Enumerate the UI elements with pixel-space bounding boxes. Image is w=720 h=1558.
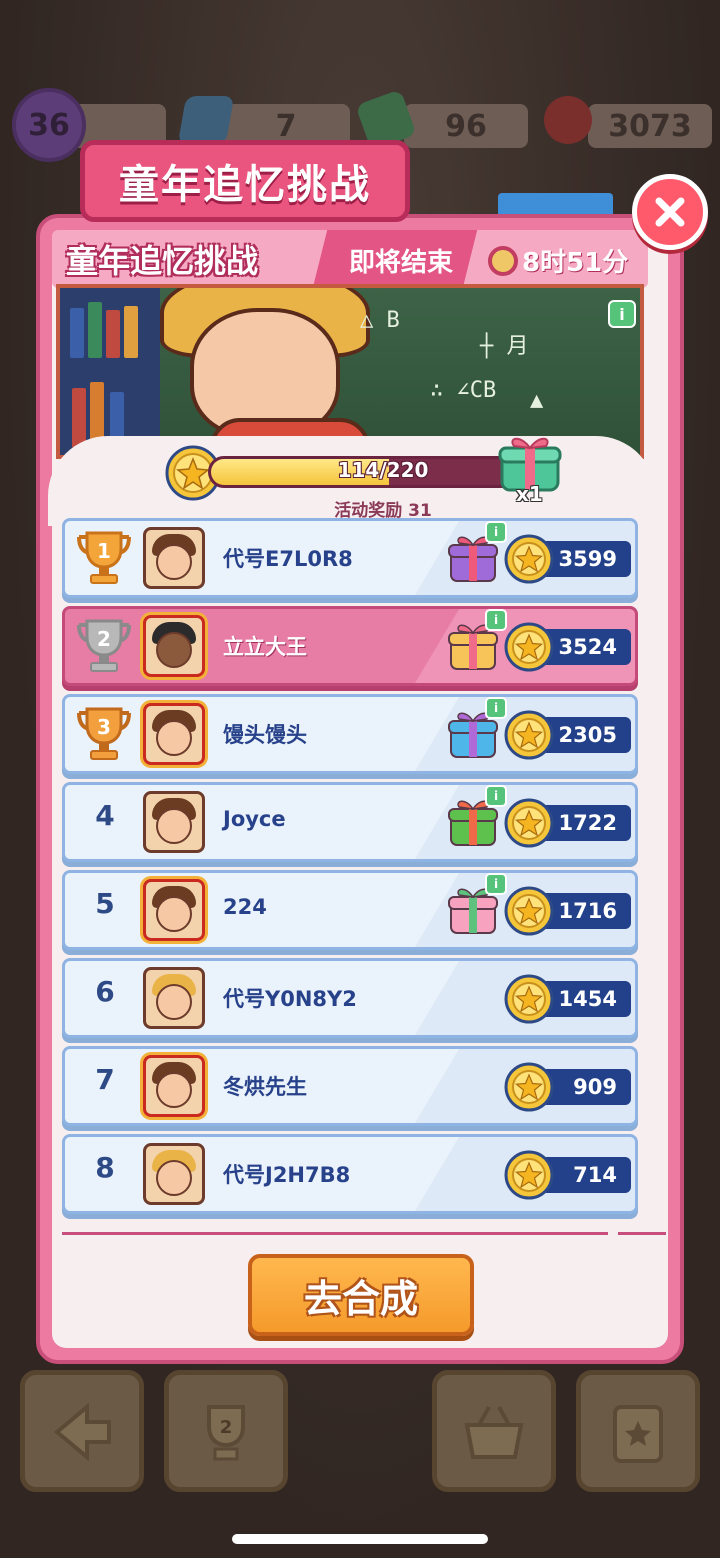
clipboard-star-icon [613,1405,663,1463]
energy-value: 7 [275,108,297,144]
rank-number: 6 [95,975,115,1008]
star-medal-icon [504,798,554,848]
player-name: 立立大王 [223,635,307,659]
leaderboard-row[interactable]: 3 馒头馒头 i 2305 [62,694,638,774]
info-button[interactable]: i [608,300,636,328]
star-medal-icon [504,1150,554,1200]
leaderboard-row[interactable]: 7 冬烘先生 909 [62,1046,638,1126]
close-button[interactable] [632,174,708,250]
gem-value: 3073 [608,108,692,144]
gold-trophy-icon: 1 [77,531,131,584]
player-name: 冬烘先生 [223,1075,307,1099]
home-indicator [232,1534,488,1544]
star-medal-icon [504,622,554,672]
leaderboard-row[interactable]: 5 224 i 1716 [62,870,638,950]
trophy-icon: 2 [207,1405,245,1461]
shop-button[interactable] [432,1370,556,1492]
level-badge[interactable]: 36 [12,88,86,162]
player-name: 代号E7L0R8 [223,547,353,571]
panel-header-title: 童年追忆挑战 [66,242,259,280]
rank-number: 4 [95,799,115,832]
countdown: 8时51分 [488,242,628,279]
silver-trophy-icon: 2 [77,619,131,672]
tasks-button[interactable] [576,1370,700,1492]
gem-icon [544,96,592,144]
avatar[interactable] [143,1143,205,1205]
bookshelf-illustration [60,288,160,455]
divider [62,1232,608,1235]
star-medal-icon [504,1062,554,1112]
go-merge-button[interactable]: 去合成 [248,1254,474,1336]
gem-counter[interactable]: 3073 [588,104,712,148]
player-name: 代号J2H7B8 [223,1163,351,1187]
avatar[interactable] [143,527,205,589]
player-name: 馒头馒头 [223,723,307,747]
player-name: 224 [223,895,267,919]
leaderboard-row[interactable]: 4 Joyce i 1722 [62,782,638,862]
star-medal-icon [504,534,554,584]
rank-number: 3 [97,715,111,739]
divider [618,1232,666,1235]
star-medal-icon [504,974,554,1024]
player-name: 代号Y0N8Y2 [223,987,357,1011]
rank-number: 1 [97,539,111,563]
bronze-trophy-icon: 3 [77,707,131,760]
ending-label: 即将结束 [348,248,453,278]
leaderboard-row[interactable]: 6 代号Y0N8Y2 1454 [62,958,638,1038]
arrow-left-icon [53,1402,111,1462]
cash-value: 96 [445,108,487,144]
lightning-icon [177,96,235,144]
event-title-tab: 童年追忆挑战 [80,140,410,222]
countdown-text: 8时51分 [522,248,629,278]
leaderboard-row[interactable]: 1 代号E7L0R8 i 3599 [62,518,638,598]
cash-counter[interactable]: 96 [404,104,528,148]
close-icon [655,197,685,227]
rank-number: 5 [95,887,115,920]
leaderboard-row[interactable]: 2 立立大王 i 3524 [62,606,638,686]
leaderboard-button[interactable]: 2 [164,1370,288,1492]
basket-icon [464,1406,524,1459]
panel-header: 童年追忆挑战 即将结束 8时51分 [52,230,648,288]
avatar[interactable] [143,1055,205,1117]
event-panel: 童年追忆挑战 即将结束 8时51分 △ B ┼ 月 ∴ ∠CB ▲ i 114/… [36,214,684,1364]
rank-number: 7 [95,1063,115,1096]
clock-icon [488,245,518,276]
player-name: Joyce [223,807,286,831]
star-medal-icon [504,710,554,760]
rank-number: 8 [95,1151,115,1184]
rank-number: 2 [97,627,111,651]
trophy-badge-number: 2 [220,1417,233,1438]
back-button[interactable] [20,1370,144,1492]
star-medal-icon [504,886,554,936]
avatar[interactable] [143,879,205,941]
avatar[interactable] [143,703,205,765]
avatar[interactable] [143,791,205,853]
avatar[interactable] [143,967,205,1029]
avatar[interactable] [143,615,205,677]
leaderboard-row[interactable]: 8 代号J2H7B8 714 [62,1134,638,1214]
